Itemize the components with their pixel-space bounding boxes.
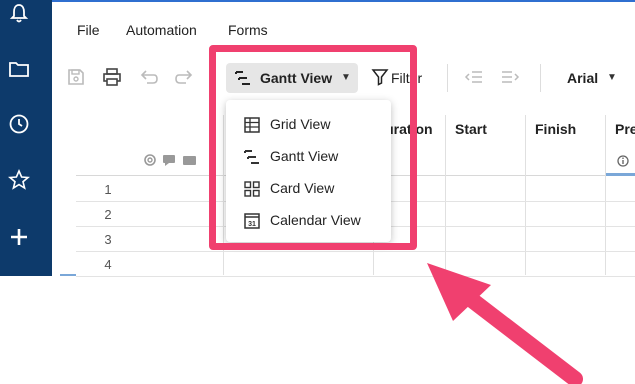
column-header-predecessors[interactable]: Pre xyxy=(615,121,635,137)
save-icon[interactable] xyxy=(66,67,86,87)
toolbar-divider xyxy=(540,64,541,92)
pointer-arrow-icon xyxy=(427,263,583,384)
plus-icon[interactable] xyxy=(8,226,30,248)
column-header-finish[interactable]: Finish xyxy=(535,121,576,137)
row-indicator-icons xyxy=(144,154,196,166)
redo-icon[interactable] xyxy=(174,67,194,87)
indent-icon[interactable] xyxy=(500,67,520,87)
highlight-box xyxy=(209,45,417,250)
print-icon[interactable] xyxy=(102,67,122,87)
left-sidebar xyxy=(0,0,52,276)
menu-file[interactable]: File xyxy=(77,22,100,38)
column-header-start[interactable]: Start xyxy=(455,121,487,137)
info-icon[interactable] xyxy=(617,155,629,167)
outdent-icon[interactable] xyxy=(464,67,484,87)
clock-icon[interactable] xyxy=(8,113,30,135)
row-selection-bar xyxy=(60,274,76,276)
toolbar-divider xyxy=(447,64,448,92)
undo-icon[interactable] xyxy=(139,67,159,87)
row-number: 4 xyxy=(104,257,112,272)
row-number: 3 xyxy=(104,232,112,247)
menu-automation[interactable]: Automation xyxy=(126,22,197,38)
menu-forms[interactable]: Forms xyxy=(228,22,268,38)
row-number: 2 xyxy=(104,207,112,222)
star-icon[interactable] xyxy=(8,169,30,191)
font-selector[interactable]: Arial xyxy=(567,70,598,86)
caret-down-icon[interactable]: ▼ xyxy=(607,72,617,83)
top-accent-line xyxy=(52,0,635,2)
row-number: 1 xyxy=(104,182,112,197)
bell-icon[interactable] xyxy=(8,2,30,24)
folder-icon[interactable] xyxy=(8,58,30,80)
